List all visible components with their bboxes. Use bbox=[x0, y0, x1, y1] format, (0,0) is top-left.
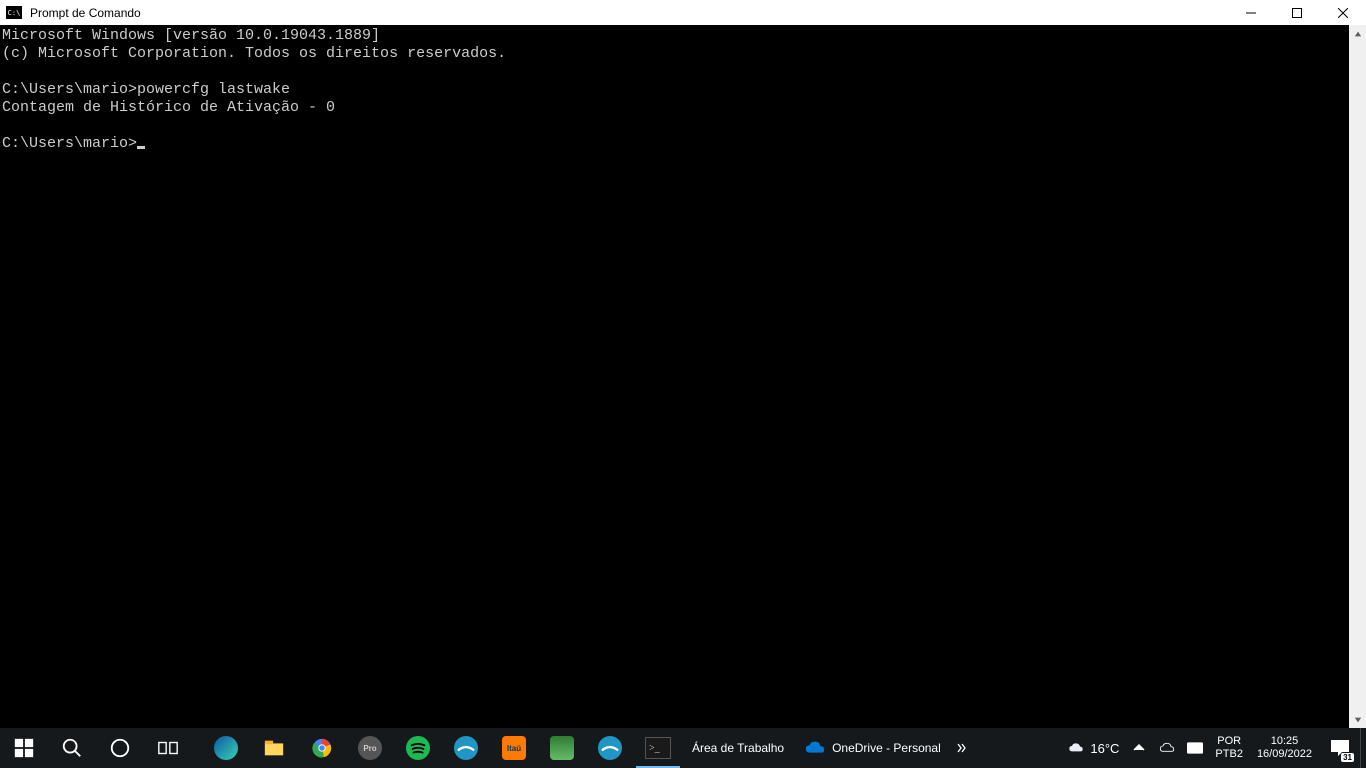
notification-count-badge: 31 bbox=[1341, 753, 1354, 762]
vertical-scrollbar[interactable] bbox=[1349, 25, 1366, 728]
minimize-button[interactable] bbox=[1228, 0, 1274, 25]
cmd-taskbar-button[interactable]: >_ bbox=[634, 728, 682, 768]
onedrive-tray-icon bbox=[1159, 740, 1175, 756]
cortana-icon bbox=[109, 737, 131, 759]
cmd-app-icon: C:\ bbox=[6, 6, 22, 19]
window-titlebar: C:\ Prompt de Comando bbox=[0, 0, 1366, 25]
cortana-button[interactable] bbox=[96, 728, 144, 768]
desktop-toolbar[interactable]: Área de Trabalho bbox=[682, 728, 794, 768]
cmd-taskbar-icon: >_ bbox=[645, 737, 671, 759]
windows-icon bbox=[13, 737, 35, 759]
scroll-track[interactable] bbox=[1349, 42, 1366, 711]
task-view-icon bbox=[157, 737, 179, 759]
maximize-button[interactable] bbox=[1274, 0, 1320, 25]
app-taskbar-button-2[interactable] bbox=[442, 728, 490, 768]
weather-widget[interactable]: 16°C bbox=[1062, 728, 1125, 768]
keyboard-icon bbox=[1187, 740, 1203, 756]
terminal-area[interactable]: Microsoft Windows [versão 10.0.19043.188… bbox=[0, 25, 1366, 728]
action-center-button[interactable]: 31 bbox=[1320, 728, 1360, 768]
clock-time: 10:25 bbox=[1271, 735, 1299, 748]
task-view-button[interactable] bbox=[144, 728, 192, 768]
itau-taskbar-button[interactable]: Itaú bbox=[490, 728, 538, 768]
show-desktop-button[interactable] bbox=[1360, 728, 1366, 768]
folder-icon bbox=[263, 737, 285, 759]
clock-date: 16/09/2022 bbox=[1257, 748, 1312, 761]
search-button[interactable] bbox=[48, 728, 96, 768]
cloud-icon bbox=[804, 740, 826, 756]
blue-app-icon bbox=[454, 736, 478, 760]
language-indicator[interactable]: POR PTB2 bbox=[1209, 735, 1249, 761]
green-app-icon bbox=[550, 736, 574, 760]
onedrive-toolbar[interactable]: OneDrive - Personal bbox=[794, 728, 951, 768]
chrome-taskbar-button[interactable] bbox=[298, 728, 346, 768]
lang-code-bottom: PTB2 bbox=[1215, 748, 1243, 761]
chevron-right-double-icon bbox=[957, 743, 967, 753]
lang-code-top: POR bbox=[1217, 735, 1241, 748]
desktop-toolbar-label: Área de Trabalho bbox=[692, 741, 784, 755]
app-taskbar-button-3[interactable] bbox=[538, 728, 586, 768]
itau-icon: Itaú bbox=[502, 736, 526, 760]
start-button[interactable] bbox=[0, 728, 48, 768]
taskbar: Pro Itaú >_ Área de Trabalho OneDrive - … bbox=[0, 728, 1366, 768]
chevron-up-icon bbox=[1131, 740, 1147, 756]
close-button[interactable] bbox=[1320, 0, 1366, 25]
search-icon bbox=[61, 737, 83, 759]
toolbar-overflow-button[interactable] bbox=[951, 728, 973, 768]
edge-icon bbox=[214, 736, 238, 760]
weather-temp: 16°C bbox=[1090, 741, 1119, 756]
scroll-up-button[interactable] bbox=[1349, 25, 1366, 42]
onedrive-toolbar-label: OneDrive - Personal bbox=[832, 741, 941, 755]
spotify-taskbar-button[interactable] bbox=[394, 728, 442, 768]
terminal-output: Microsoft Windows [versão 10.0.19043.188… bbox=[0, 25, 1366, 155]
weather-cloud-icon bbox=[1068, 740, 1084, 756]
blue-app-icon-2 bbox=[598, 736, 622, 760]
tray-onedrive-button[interactable] bbox=[1153, 728, 1181, 768]
spotify-icon bbox=[406, 736, 430, 760]
app-taskbar-button-1[interactable]: Pro bbox=[346, 728, 394, 768]
terminal-cursor bbox=[137, 146, 145, 149]
tray-overflow-button[interactable] bbox=[1125, 728, 1153, 768]
chrome-icon bbox=[311, 737, 333, 759]
input-indicator-button[interactable] bbox=[1181, 728, 1209, 768]
file-explorer-taskbar-button[interactable] bbox=[250, 728, 298, 768]
edge-taskbar-button[interactable] bbox=[202, 728, 250, 768]
app-taskbar-button-4[interactable] bbox=[586, 728, 634, 768]
clock-button[interactable]: 10:25 16/09/2022 bbox=[1249, 735, 1320, 761]
system-tray: 16°C POR PTB2 10:25 16/09/2022 31 bbox=[1062, 728, 1366, 768]
scroll-down-button[interactable] bbox=[1349, 711, 1366, 728]
generic-app-icon: Pro bbox=[358, 736, 382, 760]
window-title: Prompt de Comando bbox=[30, 6, 141, 20]
